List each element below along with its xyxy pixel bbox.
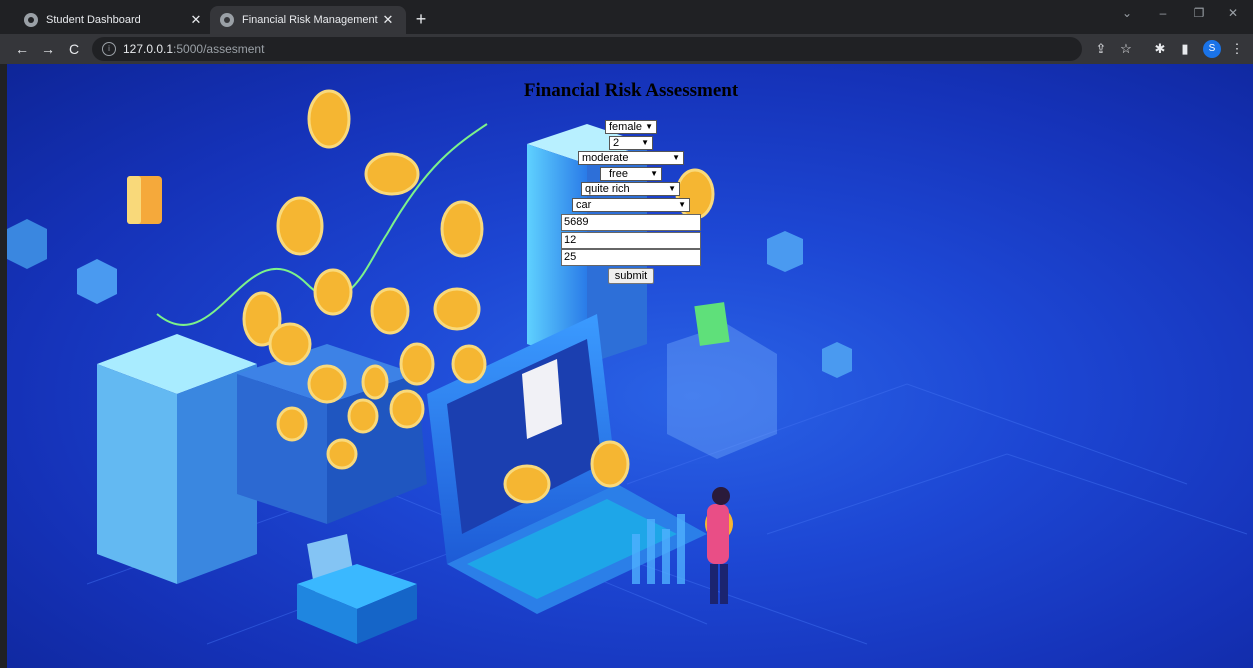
url-path: :5000/assesment xyxy=(173,42,265,56)
star-icon[interactable]: ☆ xyxy=(1117,40,1135,58)
tab-student-dashboard[interactable]: Student Dashboard ✕ xyxy=(14,6,214,34)
tab-financial-risk-management[interactable]: Financial Risk Management ✕ xyxy=(210,6,406,34)
globe-icon xyxy=(220,13,234,27)
submit-button[interactable]: submit xyxy=(608,268,654,284)
window-close-icon[interactable]: ✕ xyxy=(1218,6,1248,20)
profile-avatar[interactable]: S xyxy=(1203,40,1221,58)
chevron-down-icon: ▼ xyxy=(650,169,658,178)
new-tab-icon[interactable]: + xyxy=(410,8,432,30)
side-panel-icon[interactable]: ▮ xyxy=(1176,40,1194,58)
chevron-down-icon: ▼ xyxy=(678,200,686,209)
menu-icon[interactable]: ⋮ xyxy=(1228,40,1246,58)
purpose-select[interactable]: car ▼ xyxy=(572,198,690,212)
forward-icon[interactable]: → xyxy=(38,39,58,59)
tab-title: Financial Risk Management xyxy=(242,14,378,26)
minimize-icon[interactable]: – xyxy=(1148,6,1178,20)
reload-icon[interactable]: C xyxy=(64,39,84,59)
globe-icon xyxy=(24,13,38,27)
checking-account-select-value: quite rich xyxy=(585,183,630,195)
housing-select[interactable]: moderate ▼ xyxy=(578,151,684,165)
close-icon[interactable]: ✕ xyxy=(188,12,204,28)
browser-chrome: Student Dashboard ✕ Financial Risk Manag… xyxy=(0,0,1253,64)
saving-accounts-select-value: free xyxy=(609,168,628,180)
page-viewport: Financial Risk Assessment female ▼ 2 ▼ m… xyxy=(7,64,1253,668)
sex-select[interactable]: female ▼ xyxy=(605,120,657,134)
tab-title: Student Dashboard xyxy=(46,14,141,26)
job-select-value: 2 xyxy=(613,137,620,149)
browser-toolbar: ← → C i 127.0.0.1:5000/assesment ⇪ ☆ ✱ ▮… xyxy=(0,34,1253,64)
chevron-down-icon: ▼ xyxy=(668,184,676,193)
checking-account-select[interactable]: quite rich ▼ xyxy=(581,182,680,196)
extensions-icon[interactable]: ✱ xyxy=(1151,40,1169,58)
chevron-down-icon: ▼ xyxy=(672,153,680,162)
tab-search-icon[interactable]: ⌄ xyxy=(1112,6,1142,20)
share-icon[interactable]: ⇪ xyxy=(1092,40,1110,58)
job-select[interactable]: 2 ▼ xyxy=(609,136,653,150)
tab-strip: Student Dashboard ✕ Financial Risk Manag… xyxy=(0,0,1253,34)
sex-select-value: female xyxy=(609,121,643,133)
duration-input[interactable]: 12 xyxy=(561,232,701,249)
address-bar[interactable]: i 127.0.0.1:5000/assesment xyxy=(92,37,1082,61)
chevron-down-icon: ▼ xyxy=(641,138,649,147)
chevron-down-icon: ▼ xyxy=(645,122,653,131)
info-icon[interactable]: i xyxy=(102,42,116,56)
housing-select-value: moderate xyxy=(582,152,629,164)
credit-amount-input[interactable]: 5689 xyxy=(561,214,701,231)
close-icon[interactable]: ✕ xyxy=(380,12,396,28)
assessment-form: Financial Risk Assessment female ▼ 2 ▼ m… xyxy=(7,64,1253,668)
page-title: Financial Risk Assessment xyxy=(523,80,739,101)
saving-accounts-select[interactable]: free ▼ xyxy=(600,167,662,181)
age-input[interactable]: 25 xyxy=(561,249,701,266)
restore-icon[interactable]: ❐ xyxy=(1184,6,1214,20)
url-host: 127.0.0.1 xyxy=(123,42,174,56)
purpose-select-value: car xyxy=(576,199,592,211)
back-icon[interactable]: ← xyxy=(12,39,32,59)
